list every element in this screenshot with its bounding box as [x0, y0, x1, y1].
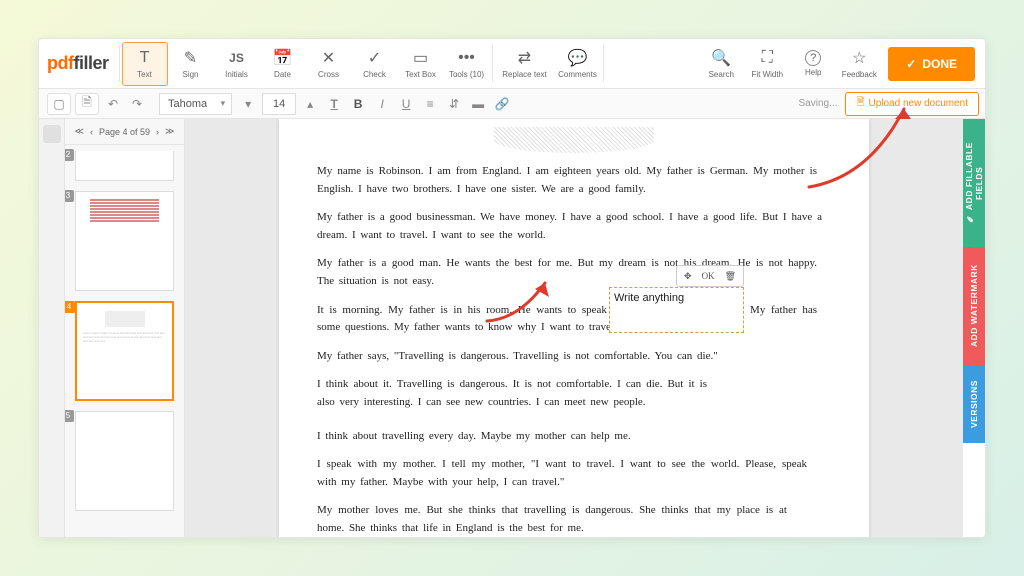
- replace-icon: ⇄: [518, 48, 531, 68]
- feedback-icon: ☆: [852, 48, 866, 68]
- paragraph: My name is Robinson. I am from England. …: [317, 163, 817, 198]
- italic-button[interactable]: I: [370, 93, 394, 115]
- vertical-align[interactable]: ⇵: [442, 93, 466, 115]
- format-toolbar: ▢ 🗎 ↶ ↷ Tahoma ▾ 14 ▴ T B I U ≡ ⇵ ▬ 🔗 Sa…: [39, 89, 985, 119]
- move-icon[interactable]: ✥: [681, 268, 695, 284]
- underline-button[interactable]: U: [394, 93, 418, 115]
- add-fillable-fields-tab[interactable]: ✎ ADD FILLABLE FIELDS: [963, 119, 985, 247]
- prev-page-button[interactable]: ‹: [90, 127, 93, 137]
- paragraph: I think about travelling every day. Mayb…: [317, 428, 831, 446]
- annotation-ok-button[interactable]: OK: [699, 268, 718, 284]
- align-button[interactable]: ≡: [418, 93, 442, 115]
- page-counter: Page 4 of 59: [99, 127, 150, 137]
- undo-button[interactable]: ↶: [101, 93, 125, 115]
- paragraph: I think about it. Travelling is dangerou…: [317, 376, 707, 411]
- help-icon: ?: [805, 50, 821, 66]
- page[interactable]: My name is Robinson. I am from England. …: [279, 119, 869, 537]
- side-tabs: ✎ ADD FILLABLE FIELDS ADD WATERMARK VERS…: [963, 119, 985, 537]
- calendar-icon: 📅: [273, 48, 293, 68]
- initials-tool[interactable]: JSInitials: [214, 42, 260, 86]
- paragraph: My father says, "Travelling is dangerous…: [317, 348, 747, 366]
- add-watermark-tab[interactable]: ADD WATERMARK: [963, 247, 985, 365]
- thumbnail[interactable]: 2: [75, 151, 174, 181]
- font-size-field[interactable]: 14: [262, 93, 296, 115]
- thumbnail[interactable]: 3: [75, 191, 174, 291]
- annotation-toolbar: ✥ OK 🗑: [676, 265, 744, 287]
- text-annotation[interactable]: ✥ OK 🗑 Write anything: [609, 287, 744, 333]
- first-page-button[interactable]: ≪: [75, 126, 84, 137]
- cross-icon: ✕: [322, 48, 335, 68]
- illustration: [494, 127, 654, 153]
- comments-icon: 💬: [568, 48, 588, 68]
- initials-icon: JS: [229, 48, 244, 68]
- next-page-button[interactable]: ›: [156, 127, 159, 137]
- annotation-textbox[interactable]: Write anything: [609, 287, 744, 333]
- replace-text-tool[interactable]: ⇄Replace text: [495, 42, 555, 86]
- thumbnail[interactable]: 5: [75, 411, 174, 511]
- fill-color[interactable]: ▬: [466, 93, 490, 115]
- fit-width-icon: ⛶: [762, 48, 773, 68]
- text-color[interactable]: T: [322, 93, 346, 115]
- search-tool[interactable]: 🔍Search: [698, 42, 744, 86]
- logo-pdf: pdf: [47, 53, 73, 73]
- document-area[interactable]: My name is Robinson. I am from England. …: [185, 119, 963, 537]
- panel-toggle[interactable]: ▢: [47, 93, 71, 115]
- saving-status: Saving...: [799, 98, 838, 109]
- last-page-button[interactable]: ≫: [165, 126, 174, 137]
- paragraph: My father is a good businessman. We have…: [317, 209, 822, 244]
- page-nav: ≪ ‹ Page 4 of 59 › ≫: [65, 119, 184, 145]
- sign-icon: ✎: [184, 48, 197, 68]
- more-tools[interactable]: •••Tools (10): [444, 42, 490, 86]
- check-tool[interactable]: ✓Check: [352, 42, 398, 86]
- date-tool[interactable]: 📅Date: [260, 42, 306, 86]
- search-icon: 🔍: [711, 48, 731, 68]
- logo: pdffiller: [47, 53, 117, 74]
- text-icon: T: [140, 48, 150, 68]
- help-tool[interactable]: ?Help: [790, 42, 836, 86]
- logo-filler: filler: [73, 53, 108, 73]
- versions-tab[interactable]: VERSIONS: [963, 365, 985, 443]
- done-check-icon: ✓: [906, 57, 916, 71]
- main-toolbar: pdffiller TText ✎Sign JSInitials 📅Date ✕…: [39, 39, 985, 89]
- more-icon: •••: [458, 48, 475, 68]
- thumbnail[interactable]: 4 Lorem ipsum dolor sit amet text text t…: [75, 301, 174, 401]
- done-button[interactable]: ✓DONE: [888, 47, 975, 81]
- upload-document-button[interactable]: 🗎Upload new document: [845, 92, 979, 116]
- font-size-inc[interactable]: ▴: [298, 93, 322, 115]
- fit-width-tool[interactable]: ⛶Fit Width: [744, 42, 790, 86]
- font-family-select[interactable]: Tahoma: [159, 93, 232, 115]
- paragraph: My mother loves me. But she thinks that …: [317, 502, 787, 537]
- redo-button[interactable]: ↷: [125, 93, 149, 115]
- new-page[interactable]: 🗎: [75, 93, 99, 115]
- thumbnail-panel: ≪ ‹ Page 4 of 59 › ≫ 2 3 4 Lorem ipsum d…: [65, 119, 185, 537]
- textbox-tool[interactable]: ▭Text Box: [398, 42, 444, 86]
- sign-tool[interactable]: ✎Sign: [168, 42, 214, 86]
- upload-icon: 🗎: [856, 95, 864, 112]
- feedback-tool[interactable]: ☆Feedback: [836, 42, 882, 86]
- comments-tool[interactable]: 💬Comments: [555, 42, 601, 86]
- paragraph: I speak with my mother. I tell my mother…: [317, 456, 807, 491]
- bold-button[interactable]: B: [346, 93, 370, 115]
- textbox-icon: ▭: [413, 48, 428, 68]
- cross-tool[interactable]: ✕Cross: [306, 42, 352, 86]
- font-size-dec[interactable]: ▾: [236, 93, 260, 115]
- link-button[interactable]: 🔗: [490, 93, 514, 115]
- left-rail: [39, 119, 65, 537]
- delete-icon[interactable]: 🗑: [722, 268, 739, 284]
- text-tool[interactable]: TText: [122, 42, 168, 86]
- check-icon: ✓: [368, 48, 381, 68]
- rail-icon[interactable]: [43, 125, 61, 143]
